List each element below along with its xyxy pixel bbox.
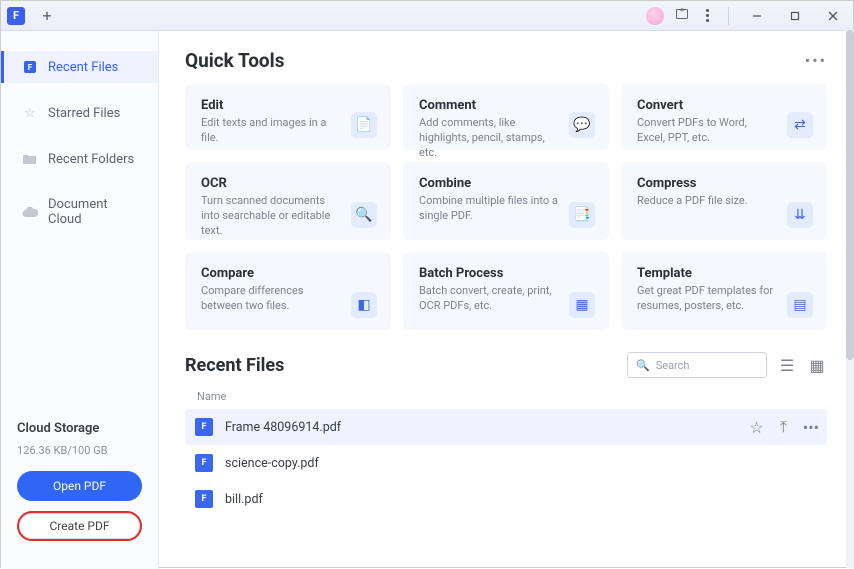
tool-desc: Batch convert, create, print, OCR PDFs, … xyxy=(419,284,559,314)
tool-title: Batch Process xyxy=(419,266,593,281)
tool-card-template[interactable]: Template Get great PDF templates for res… xyxy=(621,252,827,330)
file-row[interactable]: Frame 48096914.pdf ☆ ⤒ ••• xyxy=(185,409,827,445)
sidebar-item-starred-files[interactable]: ☆ Starred Files xyxy=(1,97,158,129)
tool-card-convert[interactable]: Convert Convert PDFs to Word, Excel, PPT… xyxy=(621,84,827,150)
tool-title: Combine xyxy=(419,176,593,191)
template-icon: ▤ xyxy=(787,292,813,318)
tool-desc: Add comments, like highlights, pencil, s… xyxy=(419,116,559,161)
comment-icon: 💬 xyxy=(569,112,595,138)
file-row[interactable]: science-copy.pdf xyxy=(185,445,827,481)
search-placeholder: Search xyxy=(656,359,690,372)
more-icon[interactable]: ••• xyxy=(803,418,819,437)
tool-desc: Reduce a PDF file size. xyxy=(637,194,777,209)
scrollbar-track[interactable] xyxy=(846,30,854,568)
sidebar-item-document-cloud[interactable]: Document Cloud xyxy=(1,189,158,235)
edit-icon: 📄 xyxy=(351,112,377,138)
scrollbar-thumb[interactable] xyxy=(846,30,854,360)
tool-title: Convert xyxy=(637,98,811,113)
tool-title: Compare xyxy=(201,266,375,281)
tool-title: Template xyxy=(637,266,811,281)
sidebar-item-recent-files[interactable]: F Recent Files xyxy=(1,51,158,83)
recent-files-heading: Recent Files xyxy=(185,355,284,376)
tool-card-combine[interactable]: Combine Combine multiple files into a si… xyxy=(403,162,609,240)
cloud-storage-usage: 126.36 KB/100 GB xyxy=(17,444,142,457)
content-area: Quick Tools ••• Edit Edit texts and imag… xyxy=(159,31,853,569)
file-row[interactable]: bill.pdf xyxy=(185,481,827,517)
star-icon[interactable]: ☆ xyxy=(749,418,763,437)
create-pdf-button[interactable]: Create PDF xyxy=(17,511,142,541)
sidebar: F Recent Files ☆ Starred Files Recent Fo… xyxy=(1,31,159,569)
sidebar-item-recent-folders[interactable]: Recent Folders xyxy=(1,143,158,175)
share-icon[interactable] xyxy=(674,6,690,26)
titlebar-divider xyxy=(728,7,729,25)
sidebar-item-label: Recent Folders xyxy=(48,152,134,167)
pdf-file-icon xyxy=(195,490,213,508)
close-button[interactable] xyxy=(819,5,847,27)
recent-icon: F xyxy=(22,59,38,75)
compare-icon: ◧ xyxy=(351,292,377,318)
ocr-icon: 🔍 xyxy=(351,202,377,228)
tool-card-edit[interactable]: Edit Edit texts and images in a file. 📄 xyxy=(185,84,391,150)
column-header-name: Name xyxy=(185,384,827,409)
maximize-button[interactable] xyxy=(781,5,809,27)
quick-tools-grid: Edit Edit texts and images in a file. 📄 … xyxy=(185,84,827,330)
tool-title: Comment xyxy=(419,98,593,113)
batch-icon: ▦ xyxy=(569,292,595,318)
grid-view-icon[interactable]: ▦ xyxy=(807,355,827,375)
search-icon: 🔍 xyxy=(636,359,650,372)
tool-desc: Compare differences between two files. xyxy=(201,284,341,314)
list-view-icon[interactable]: ☰ xyxy=(777,355,797,375)
quick-tools-more-icon[interactable]: ••• xyxy=(805,51,827,70)
svg-text:F: F xyxy=(28,63,33,72)
tool-card-ocr[interactable]: OCR Turn scanned documents into searchab… xyxy=(185,162,391,240)
tool-desc: Get great PDF templates for resumes, pos… xyxy=(637,284,777,314)
file-name: bill.pdf xyxy=(225,492,819,507)
tool-title: Compress xyxy=(637,176,811,191)
file-name: science-copy.pdf xyxy=(225,456,819,471)
combine-icon: 📑 xyxy=(569,202,595,228)
tool-card-compare[interactable]: Compare Compare differences between two … xyxy=(185,252,391,330)
cloud-storage-heading: Cloud Storage xyxy=(17,421,142,436)
tool-title: OCR xyxy=(201,176,375,191)
convert-icon: ⇄ xyxy=(787,112,813,138)
tool-title: Edit xyxy=(201,98,375,113)
new-tab-button[interactable]: + xyxy=(35,4,59,28)
tool-card-batch[interactable]: Batch Process Batch convert, create, pri… xyxy=(403,252,609,330)
pdf-file-icon xyxy=(195,418,213,436)
sidebar-item-label: Recent Files xyxy=(48,60,118,75)
tool-card-compress[interactable]: Compress Reduce a PDF file size. ⇊ xyxy=(621,162,827,240)
open-pdf-button[interactable]: Open PDF xyxy=(17,471,142,501)
tool-desc: Convert PDFs to Word, Excel, PPT, etc. xyxy=(637,116,777,146)
tool-desc: Turn scanned documents into searchable o… xyxy=(201,194,341,239)
search-input[interactable]: 🔍 Search xyxy=(627,352,767,378)
minimize-button[interactable] xyxy=(743,5,771,27)
tool-desc: Combine multiple files into a single PDF… xyxy=(419,194,559,224)
cloud-icon xyxy=(22,204,38,220)
upload-icon[interactable]: ⤒ xyxy=(780,417,787,437)
file-name: Frame 48096914.pdf xyxy=(225,420,749,435)
star-icon: ☆ xyxy=(22,105,38,121)
user-avatar-icon[interactable] xyxy=(646,7,664,25)
kebab-menu-icon[interactable] xyxy=(700,9,714,22)
compress-icon: ⇊ xyxy=(787,202,813,228)
tool-desc: Edit texts and images in a file. xyxy=(201,116,341,146)
folder-icon xyxy=(22,151,38,167)
quick-tools-heading: Quick Tools xyxy=(185,49,284,72)
pdf-file-icon xyxy=(195,454,213,472)
sidebar-item-label: Starred Files xyxy=(48,106,120,121)
app-logo-icon xyxy=(7,7,25,25)
sidebar-item-label: Document Cloud xyxy=(48,197,144,227)
tool-card-comment[interactable]: Comment Add comments, like highlights, p… xyxy=(403,84,609,150)
titlebar: + xyxy=(1,1,853,31)
